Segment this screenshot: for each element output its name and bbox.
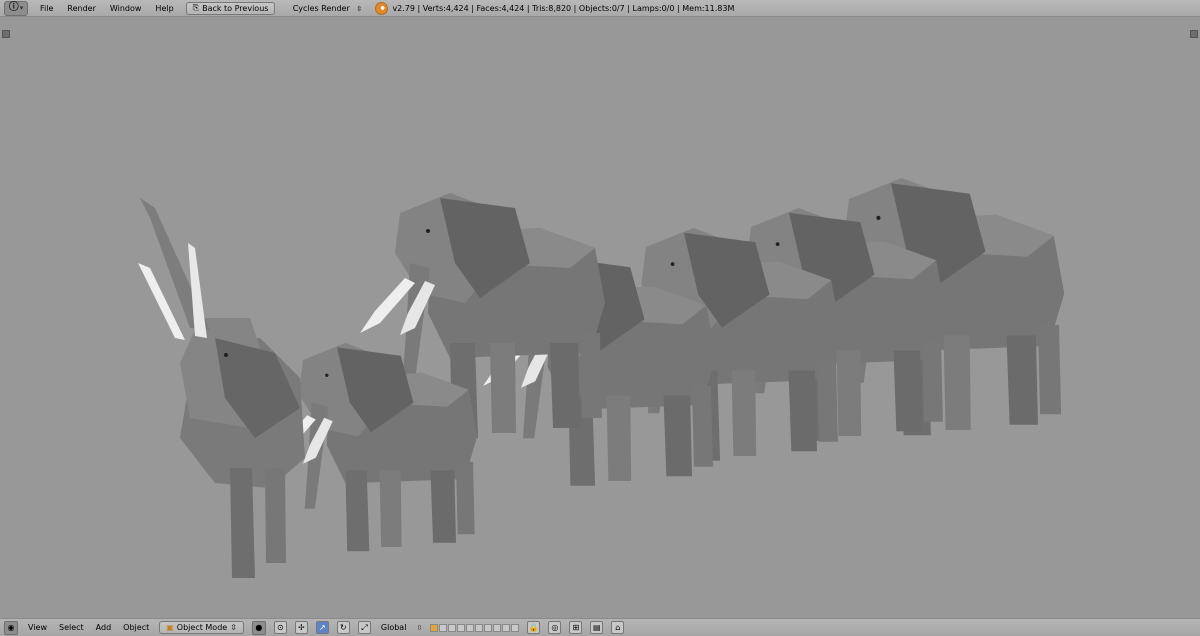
menu-file[interactable]: File (38, 4, 55, 13)
render-engine-label: Cycles Render (292, 3, 350, 13)
menu-select[interactable]: Select (57, 623, 86, 632)
translate-manipulator-icon[interactable]: ↗ (315, 621, 329, 634)
layer-2[interactable] (439, 623, 448, 632)
layer-3[interactable] (448, 623, 457, 632)
back-arrow-icon: ⎘ (192, 3, 200, 12)
elephant-herd-render (138, 178, 1065, 578)
back-to-previous-label: Back to Previous (202, 3, 269, 13)
info-header: ⓘ ▾ File Render Window Help ⎘ Back to Pr… (0, 0, 1200, 17)
mode-label: Object Mode (176, 623, 228, 632)
layer-7[interactable] (484, 623, 493, 632)
proportional-edit-icon[interactable]: ◎ (548, 621, 562, 634)
updown-arrows-icon: ⇳ (416, 623, 423, 632)
pivot-point-icon[interactable]: ⊙ (273, 621, 287, 634)
transform-orientation-dropdown[interactable]: Global (379, 623, 409, 632)
layer-10[interactable] (511, 623, 520, 632)
menu-render[interactable]: Render (65, 4, 97, 13)
layer-8[interactable] (493, 623, 502, 632)
scene-stats: v2.79 | Verts:4,424 | Faces:4,424 | Tris… (375, 1, 735, 15)
lock-icon[interactable]: 🔒 (527, 621, 541, 634)
view3d-icon: ◉ (7, 623, 15, 632)
layer-9[interactable] (502, 623, 511, 632)
layer-buttons[interactable] (430, 623, 520, 632)
scale-manipulator-icon[interactable]: ⤢ (357, 621, 371, 634)
layer-4[interactable] (457, 623, 466, 632)
back-to-previous-button[interactable]: ⎘ Back to Previous (185, 1, 276, 15)
menu-window[interactable]: Window (108, 4, 144, 13)
updown-arrows-icon: ⇳ (356, 4, 363, 13)
mode-dropdown[interactable]: ▣ Object Mode ⇳ (159, 621, 244, 634)
info-icon: ⓘ (8, 2, 19, 13)
editor-type-selector[interactable]: ⓘ ▾ (4, 0, 28, 16)
sphere-icon: ● (255, 623, 263, 632)
elephant-1 (138, 198, 305, 578)
3d-viewport[interactable] (0, 18, 1200, 618)
manipulator-toggle-icon[interactable]: ✢ (294, 621, 308, 634)
viewport-header: ◉ View Select Add Object ▣ Object Mode ⇳… (0, 618, 1200, 636)
snap-icon[interactable]: ⊞ (569, 621, 583, 634)
cube-icon: ▣ (166, 623, 174, 632)
rotate-manipulator-icon[interactable]: ↻ (336, 621, 350, 634)
updown-arrows-icon: ⇳ (230, 623, 237, 632)
menu-object[interactable]: Object (121, 623, 151, 632)
layer-5[interactable] (466, 623, 475, 632)
blender-logo-icon (375, 1, 389, 15)
menu-help[interactable]: Help (153, 4, 175, 13)
menu-view[interactable]: View (26, 623, 49, 632)
layer-1[interactable] (430, 623, 439, 632)
menu-add[interactable]: Add (94, 623, 114, 632)
scene-stats-text: v2.79 | Verts:4,424 | Faces:4,424 | Tris… (392, 3, 735, 13)
chevron-down-icon: ▾ (19, 4, 24, 12)
viewport-editor-type[interactable]: ◉ (4, 620, 18, 635)
viewport-shading-dropdown[interactable]: ● (251, 620, 266, 635)
camera-icon[interactable]: ⌂ (611, 621, 625, 634)
render-preview-icon[interactable]: ▤ (590, 621, 604, 634)
render-engine-dropdown[interactable]: Cycles Render ⇳ (291, 4, 363, 13)
layer-6[interactable] (475, 623, 484, 632)
